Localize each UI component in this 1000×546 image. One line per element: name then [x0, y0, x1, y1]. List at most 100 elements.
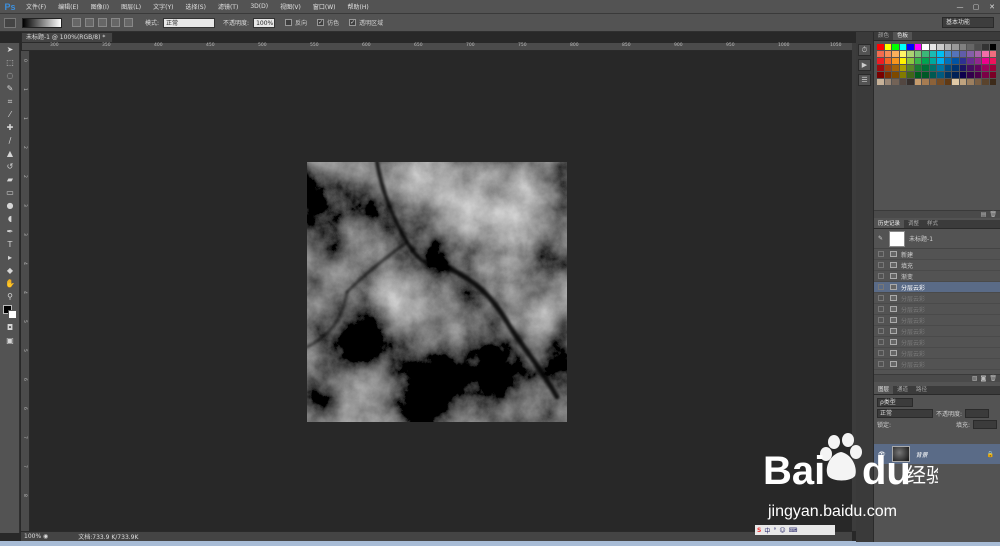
color-swatch[interactable] [929, 58, 936, 64]
canvas-area[interactable] [30, 51, 852, 531]
color-swatch[interactable] [914, 51, 921, 57]
shape-icon[interactable]: ◆ [0, 264, 20, 277]
actions-icon[interactable]: ▶ [858, 59, 871, 71]
color-swatch[interactable] [899, 79, 906, 85]
history-item[interactable]: 分层云彩 [874, 326, 1000, 337]
history-source-checkbox[interactable] [878, 317, 884, 323]
blur-icon[interactable]: ● [0, 199, 20, 212]
tab-swatches[interactable]: 色板 [893, 32, 913, 40]
color-swatch[interactable] [899, 44, 906, 50]
camera-icon[interactable]: ◙ [981, 375, 987, 382]
ime-keyboard-icon[interactable]: ⌨ [789, 527, 798, 534]
color-swatch[interactable] [952, 65, 959, 71]
color-swatch[interactable] [907, 51, 914, 57]
menu-file[interactable]: 文件(F) [20, 2, 52, 11]
background-color[interactable] [8, 310, 17, 319]
color-swatch[interactable] [877, 72, 884, 78]
menu-filter[interactable]: 滤镜(T) [212, 2, 244, 11]
transparency-checkbox[interactable]: ✓ 透明区域 [349, 18, 383, 27]
color-swatch[interactable] [884, 65, 891, 71]
color-swatch[interactable] [982, 79, 989, 85]
color-swatch[interactable] [967, 44, 974, 50]
menu-help[interactable]: 帮助(H) [342, 2, 375, 11]
menu-3d[interactable]: 3D(D) [244, 3, 274, 10]
tab-paths[interactable]: 路径 [912, 386, 931, 394]
color-swatch[interactable] [982, 65, 989, 71]
history-item[interactable]: 分层云彩 [874, 293, 1000, 304]
minimize-icon[interactable]: — [952, 0, 968, 14]
color-swatch[interactable] [974, 65, 981, 71]
color-swatch[interactable] [967, 79, 974, 85]
color-swatch[interactable] [877, 79, 884, 85]
color-swatch[interactable] [982, 44, 989, 50]
crop-icon[interactable]: ⌗ [0, 95, 20, 108]
sogou-icon[interactable]: S [757, 527, 761, 534]
color-swatch[interactable] [899, 58, 906, 64]
dither-checkbox[interactable]: ✓ 仿色 [317, 18, 339, 27]
color-swatch[interactable] [892, 44, 899, 50]
color-swatch[interactable] [989, 44, 996, 50]
history-item[interactable]: 分层云彩 [874, 304, 1000, 315]
color-swatch[interactable] [914, 58, 921, 64]
gradient-tool-preset-icon[interactable] [4, 17, 16, 28]
diamond-gradient-icon[interactable] [124, 18, 133, 27]
color-swatch[interactable] [967, 72, 974, 78]
color-swatch[interactable] [937, 51, 944, 57]
color-swatch[interactable] [944, 79, 951, 85]
history-item[interactable]: 填充 [874, 260, 1000, 271]
color-swatch[interactable] [974, 58, 981, 64]
color-swatch[interactable] [959, 58, 966, 64]
color-swatch[interactable] [952, 58, 959, 64]
tab-history[interactable]: 历史记录 [874, 220, 905, 228]
trash-icon[interactable]: 🗑 [989, 211, 997, 218]
angle-gradient-icon[interactable] [98, 18, 107, 27]
color-swatch[interactable] [967, 58, 974, 64]
menu-layer[interactable]: 图层(L) [115, 2, 147, 11]
color-swatch[interactable] [967, 51, 974, 57]
quick-select-icon[interactable]: ✎ [0, 82, 20, 95]
color-swatch[interactable] [929, 65, 936, 71]
history-snapshot[interactable]: ✎ 未标题-1 [874, 229, 1000, 249]
color-picker[interactable] [0, 303, 20, 321]
color-swatch[interactable] [959, 65, 966, 71]
eyedropper-icon[interactable]: ⁄ [0, 108, 20, 121]
history-source-checkbox[interactable] [878, 262, 884, 268]
color-swatch[interactable] [974, 79, 981, 85]
history-item[interactable]: 分层云彩 [874, 359, 1000, 370]
color-swatch[interactable] [944, 72, 951, 78]
tab-adjustments[interactable]: 调整 [904, 220, 923, 228]
color-swatch[interactable] [907, 65, 914, 71]
color-swatch[interactable] [967, 65, 974, 71]
color-swatch[interactable] [929, 79, 936, 85]
color-swatch[interactable] [884, 79, 891, 85]
tab-channels[interactable]: 通道 [893, 386, 912, 394]
history-source-checkbox[interactable] [878, 251, 884, 257]
color-swatch[interactable] [944, 44, 951, 50]
dodge-icon[interactable]: ◖ [0, 212, 20, 225]
pen-icon[interactable]: ✒ [0, 225, 20, 238]
color-swatch[interactable] [989, 72, 996, 78]
reverse-checkbox[interactable]: 反向 [285, 18, 307, 27]
status-menu-icon[interactable]: ◉ [43, 533, 48, 540]
color-swatch[interactable] [989, 79, 996, 85]
color-swatch[interactable] [907, 79, 914, 85]
document-tab[interactable]: 未标题-1 @ 100%(RGB/8) * [21, 32, 113, 43]
history-brush-icon[interactable]: ↺ [0, 160, 20, 173]
maximize-icon[interactable]: ▢ [968, 0, 984, 14]
new-document-icon[interactable]: ▧ [972, 375, 978, 382]
history-source-checkbox[interactable] [878, 306, 884, 312]
color-swatch[interactable] [892, 58, 899, 64]
gradient-preview[interactable] [22, 17, 62, 28]
gradient-icon[interactable]: ▭ [0, 186, 20, 199]
color-swatch[interactable] [989, 65, 996, 71]
history-source-checkbox[interactable] [878, 328, 884, 334]
color-swatch[interactable] [989, 58, 996, 64]
workspace-select[interactable]: 基本功能 [942, 17, 994, 28]
layer-filter-select[interactable]: ρ类型 [877, 398, 913, 407]
new-swatch-icon[interactable]: ▤ [981, 211, 987, 218]
color-swatch[interactable] [944, 51, 951, 57]
color-swatch[interactable] [914, 79, 921, 85]
color-swatch[interactable] [914, 65, 921, 71]
history-icon[interactable]: ⏱ [858, 44, 871, 56]
check-icon[interactable]: ✓ [317, 19, 325, 26]
